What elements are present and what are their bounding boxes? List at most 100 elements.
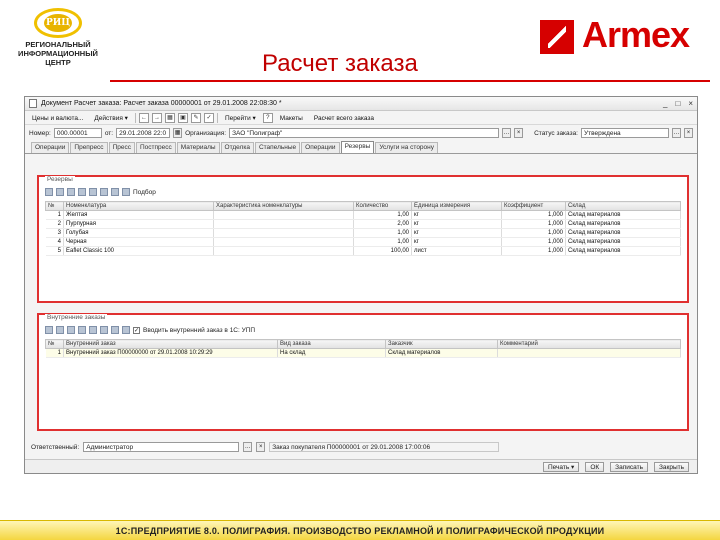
item-cell[interactable]: Желтая (63, 210, 214, 220)
characteristic-cell[interactable] (213, 246, 354, 256)
calendar-icon[interactable]: ▦ (173, 128, 183, 138)
coefficient-cell[interactable]: 1,000 (501, 246, 566, 256)
status-field[interactable]: Утверждена (581, 128, 669, 138)
close-form-button[interactable]: Закрыть (653, 461, 689, 472)
delete-row-icon[interactable] (78, 188, 86, 196)
tab-outsourcing[interactable]: Услуги на сторону (375, 142, 439, 153)
tab-operations-2[interactable]: Операции (301, 142, 340, 153)
column-header[interactable]: Количество (353, 201, 412, 211)
help-icon[interactable]: ? (262, 112, 273, 123)
internal-order-cell[interactable]: Внутренний заказ П00000000 от 29.01.2008… (63, 348, 278, 358)
tab-press[interactable]: Пресс (108, 142, 135, 153)
characteristic-cell[interactable] (213, 210, 354, 220)
unit-cell[interactable]: кг (411, 228, 502, 238)
coefficient-cell[interactable]: 1,000 (501, 237, 566, 247)
order-kind-cell[interactable]: На склад (277, 348, 386, 358)
characteristic-cell[interactable] (213, 219, 354, 229)
add-row-icon[interactable] (45, 326, 53, 334)
unit-cell[interactable]: лист (411, 246, 502, 256)
store-cell[interactable]: Склад материалов (565, 210, 681, 220)
actions-menu[interactable]: Действия ▾ (90, 112, 132, 123)
pick-button[interactable]: Подбор (133, 189, 156, 196)
column-header[interactable]: Характеристика номенклатуры (213, 201, 354, 211)
characteristic-cell[interactable] (213, 237, 354, 247)
quantity-cell[interactable]: 1,00 (353, 228, 412, 238)
sort-asc-icon[interactable] (111, 188, 119, 196)
tab-finishing[interactable]: Отделка (220, 142, 254, 153)
quantity-cell[interactable]: 1,00 (353, 237, 412, 247)
column-header[interactable]: Заказчик (385, 339, 498, 349)
store-cell[interactable]: Склад материалов (565, 219, 681, 229)
select-icon[interactable]: … (243, 442, 253, 452)
table-row[interactable]: 1 Внутренний заказ П00000000 от 29.01.20… (45, 348, 681, 358)
table-row[interactable]: 4 Черная 1,00 кг 1,000 Склад материалов (45, 237, 681, 247)
move-up-icon[interactable] (89, 326, 97, 334)
clear-icon[interactable]: × (684, 128, 693, 138)
minimize-button[interactable]: _ (663, 99, 667, 108)
copy-row-icon[interactable] (56, 326, 64, 334)
number-field[interactable]: 000.00001 (53, 128, 102, 138)
save-button[interactable]: Записать (610, 461, 648, 472)
quantity-cell[interactable]: 1,00 (353, 210, 412, 220)
clear-icon[interactable]: × (514, 128, 524, 138)
copy-row-icon[interactable] (56, 188, 64, 196)
grid-icon[interactable]: ▦ (164, 112, 175, 123)
sort-asc-icon[interactable] (111, 326, 119, 334)
maximize-button[interactable]: □ (675, 99, 680, 108)
save-icon[interactable]: ▣ (177, 112, 188, 123)
sort-desc-icon[interactable] (122, 188, 130, 196)
move-down-icon[interactable] (100, 326, 108, 334)
column-header[interactable]: Внутренний заказ (63, 339, 278, 349)
responsible-field[interactable]: Администратор (83, 442, 240, 452)
move-up-icon[interactable] (89, 188, 97, 196)
calculate-order-button[interactable]: Расчет всего заказа (310, 112, 378, 123)
tab-stacking[interactable]: Стапельные (254, 142, 301, 153)
coefficient-cell[interactable]: 1,000 (501, 219, 566, 229)
tab-operations[interactable]: Операции (31, 142, 70, 153)
column-header[interactable]: Склад (565, 201, 681, 211)
store-cell[interactable]: Склад материалов (565, 237, 681, 247)
prices-currency-button[interactable]: Цены и валюта... (28, 112, 87, 123)
unit-cell[interactable]: кг (411, 219, 502, 229)
tab-postpress[interactable]: Постпресс (135, 142, 176, 153)
tab-prepress[interactable]: Препресс (70, 142, 108, 153)
quantity-cell[interactable]: 100,00 (353, 246, 412, 256)
item-cell[interactable]: Голубая (63, 228, 214, 238)
organization-field[interactable]: ЗАО "Полиграф" (229, 128, 500, 138)
post-icon[interactable]: ✓ (203, 112, 214, 123)
quantity-cell[interactable]: 2,00 (353, 219, 412, 229)
item-cell[interactable]: Пурпурная (63, 219, 214, 229)
table-row[interactable]: 5 Eaflet Classic 100 100,00 лист 1,000 С… (45, 246, 681, 256)
forward-arrow-icon[interactable]: → (151, 112, 162, 123)
column-header[interactable]: Номенклатура (63, 201, 214, 211)
unit-cell[interactable]: кг (411, 237, 502, 247)
goto-menu[interactable]: Перейти ▾ (221, 112, 260, 123)
delete-row-icon[interactable] (78, 326, 86, 334)
edit-row-icon[interactable] (67, 326, 75, 334)
customer-cell[interactable]: Склад материалов (385, 348, 498, 358)
column-header[interactable]: Вид заказа (277, 339, 386, 349)
coefficient-cell[interactable]: 1,000 (501, 228, 566, 238)
edit-icon[interactable]: ✎ (190, 112, 201, 123)
unit-cell[interactable]: кг (411, 210, 502, 220)
table-row[interactable]: 2 Пурпурная 2,00 кг 1,000 Склад материал… (45, 219, 681, 229)
coefficient-cell[interactable]: 1,000 (501, 210, 566, 220)
store-cell[interactable]: Склад материалов (565, 246, 681, 256)
customer-order-link[interactable]: Заказ покупателя П00000001 от 29.01.2008… (269, 442, 500, 452)
clear-icon[interactable]: × (256, 442, 266, 452)
back-arrow-icon[interactable]: ← (138, 112, 149, 123)
close-button[interactable]: × (688, 99, 693, 108)
move-down-icon[interactable] (100, 188, 108, 196)
column-header[interactable]: Коэффициент (501, 201, 566, 211)
table-row[interactable]: 1 Желтая 1,00 кг 1,000 Склад материалов (45, 210, 681, 220)
sort-desc-icon[interactable] (122, 326, 130, 334)
select-icon[interactable]: … (502, 128, 512, 138)
table-row[interactable]: 3 Голубая 1,00 кг 1,000 Склад материалов (45, 228, 681, 238)
comment-cell[interactable] (497, 348, 681, 358)
layouts-button[interactable]: Макеты (276, 112, 307, 123)
ok-button[interactable]: ОК (585, 461, 605, 472)
column-header[interactable]: № (45, 339, 64, 349)
store-cell[interactable]: Склад материалов (565, 228, 681, 238)
tab-materials[interactable]: Материалы (176, 142, 220, 153)
print-button[interactable]: Печать ▾ (542, 461, 580, 472)
